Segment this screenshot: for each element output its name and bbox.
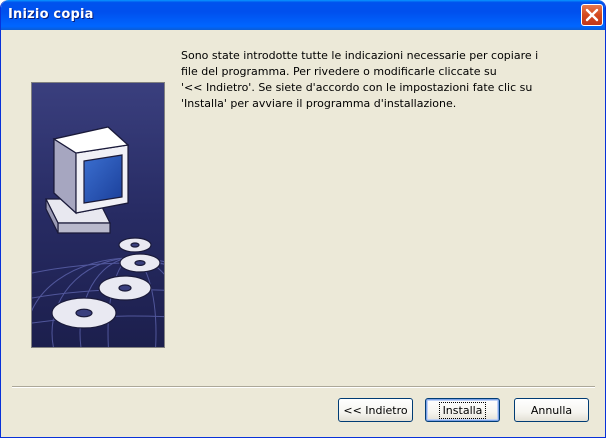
cancel-button-label: Annulla — [530, 403, 573, 417]
install-button-label: Installa — [438, 401, 487, 419]
close-button[interactable] — [581, 4, 603, 26]
button-separator — [12, 386, 595, 388]
dialog-body: Sono state introdotte tutte le indicazio… — [4, 30, 604, 435]
message-line: Sono state introdotte tutte le indicazio… — [181, 49, 539, 62]
back-button[interactable]: << Indietro — [338, 398, 413, 422]
message-line: '<< Indietro'. Se siete d'accordo con le… — [181, 81, 533, 94]
install-message: Sono state introdotte tutte le indicazio… — [181, 48, 581, 112]
title-bar[interactable]: Inizio copia — [1, 0, 605, 30]
message-line: file del programma. Per rivedere o modif… — [181, 65, 497, 78]
window-title: Inizio copia — [8, 7, 94, 22]
computer-cd-illustration — [31, 82, 165, 348]
setup-dialog: Inizio copia Sono state introdotte tutte… — [0, 0, 606, 438]
close-icon — [585, 8, 599, 22]
install-button[interactable]: Installa — [425, 398, 500, 422]
back-button-label: << Indietro — [343, 403, 408, 417]
cancel-button[interactable]: Annulla — [514, 398, 589, 422]
message-line: 'Installa' per avviare il programma d'in… — [181, 97, 457, 110]
